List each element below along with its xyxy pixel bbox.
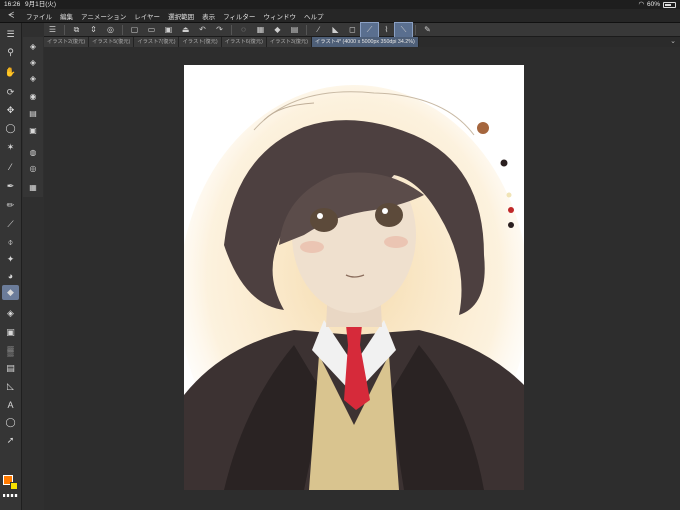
stack-icon[interactable]: ◍ [25, 145, 41, 159]
menu-edit[interactable]: 編集 [56, 11, 77, 21]
status-bar: 16:26 9月1日(火) ◠ 60% [0, 0, 680, 9]
stepper-icon[interactable]: ⇕ [85, 23, 102, 37]
vector-eraser-icon[interactable]: ◈ [25, 71, 41, 85]
sub-color-swatch[interactable] [10, 482, 18, 490]
menu-view[interactable]: 表示 [198, 11, 219, 21]
move-icon[interactable]: ✥ [2, 103, 19, 118]
snap-special-icon[interactable]: ⌇ [378, 23, 395, 37]
toolbar-divider [64, 24, 65, 35]
sub-tool-palette: ◈ ◈ ◈ ◉ ▤ ▣ ◍ ◎ ▦ [23, 37, 43, 197]
tool-palette: ☰ ⚲ ✋ ⟳ ✥ ◯ ✶ ⁄ ✒ ✏ ⟋ ⌽ ✦ ◕ ◆ ◈ ▣ ▒ ▤ ◺ … [0, 23, 22, 510]
operation-icon[interactable]: ➚ [2, 433, 19, 448]
target-icon[interactable]: ◉ [25, 89, 41, 103]
edit-icon[interactable]: ✎ [419, 23, 436, 37]
tab-document[interactable]: イラスト2(復元) [44, 37, 90, 47]
hand-icon[interactable]: ✋ [2, 65, 19, 80]
chevron-down-icon[interactable]: ⌄ [670, 37, 676, 47]
status-right: ◠ 60% [638, 0, 676, 9]
battery-percent: 60% [646, 1, 660, 8]
menu-icon[interactable]: ☰ [44, 23, 61, 37]
tab-document[interactable]: イラスト7(復元) [134, 37, 180, 47]
tab-active-document[interactable]: イラスト4* (4000 x 5000px 350dpi 34.2%) [312, 37, 419, 47]
save-icon[interactable]: ▣ [160, 23, 177, 37]
pattern-icon[interactable]: ▒ [2, 343, 19, 358]
gradient-icon[interactable]: ▣ [2, 325, 19, 340]
assets-icon[interactable]: ◎ [102, 23, 119, 37]
frame-icon[interactable]: ▣ [25, 123, 41, 137]
airbrush-icon[interactable]: ⌽ [2, 235, 19, 250]
toolbar-divider [231, 24, 232, 35]
new-canvas-icon[interactable]: ⧉ [68, 23, 85, 37]
fill-icon[interactable]: ◈ [2, 306, 19, 321]
menu-icon[interactable]: ☰ [2, 27, 19, 42]
drawing-canvas[interactable] [184, 65, 524, 490]
app-logo-icon[interactable]: ᗕ [0, 9, 22, 23]
lasso-icon[interactable]: ◌ [235, 23, 252, 37]
command-bar: ☰ ⧉ ⇕ ◎ ▢ ▭ ▣ ⏏ ↶ ↷ ◌ ▦ ◆ ▤ ∕ ◣ ◻ ⟋ ⌇ ⟍ … [44, 21, 680, 38]
tab-document[interactable]: イラスト5(復元) [89, 37, 135, 47]
new-file-icon[interactable]: ▢ [126, 23, 143, 37]
snap-grid-icon[interactable]: ⟍ [394, 21, 413, 38]
open-folder-icon[interactable]: ▭ [143, 23, 160, 37]
magic-wand-icon[interactable]: ✶ [2, 140, 19, 155]
document-tabs: イラスト2(復元) イラスト5(復元) イラスト7(復元) イラスト(復元) イ… [44, 37, 680, 47]
zoom-icon[interactable]: ⚲ [2, 45, 19, 60]
tab-document[interactable]: イラスト(復元) [179, 37, 222, 47]
transparent-color-swatch[interactable] [3, 494, 18, 497]
brush-icon[interactable]: ⟋ [2, 217, 19, 232]
frame-border-icon[interactable]: ▤ [2, 361, 19, 376]
soft-eraser-icon[interactable]: ◈ [25, 55, 41, 69]
fill-icon[interactable]: ◆ [269, 23, 286, 37]
gradient-icon[interactable]: ◣ [327, 23, 344, 37]
clock-date: 9月1日(火) [25, 1, 57, 8]
menu-animation[interactable]: アニメーション [77, 11, 130, 21]
menu-selection[interactable]: 選択範囲 [164, 11, 198, 21]
tab-document[interactable]: イラスト6(復元) [221, 37, 267, 47]
pencil-icon[interactable]: ✏ [2, 198, 19, 213]
menu-filter[interactable]: フィルター [219, 11, 259, 21]
eraser-icon[interactable]: ◆ [2, 285, 19, 300]
camera-icon[interactable]: ▦ [25, 180, 41, 194]
undo-icon[interactable]: ↶ [194, 23, 211, 37]
redo-icon[interactable]: ↷ [211, 23, 228, 37]
toolbar-divider [122, 24, 123, 35]
tab-document[interactable]: イラスト3(復元) [266, 37, 312, 47]
menu-window[interactable]: ウィンドウ [259, 11, 300, 21]
text-icon[interactable]: A [2, 397, 19, 412]
cylinder-icon[interactable]: ◎ [25, 161, 41, 175]
eyedropper-icon[interactable]: ⁄ [2, 159, 19, 174]
snap-ruler-icon[interactable]: ⟋ [360, 21, 379, 38]
hard-eraser-icon[interactable]: ◈ [25, 39, 41, 53]
figure-icon[interactable]: ◺ [2, 379, 19, 394]
select-layer-icon[interactable]: ▤ [286, 23, 303, 37]
select-all-icon[interactable]: ▦ [252, 23, 269, 37]
battery-icon [663, 2, 676, 8]
toolbar-divider [306, 24, 307, 35]
menu-file[interactable]: ファイル [22, 11, 56, 21]
pen-icon[interactable]: ✒ [2, 179, 19, 194]
blend-icon[interactable]: ◕ [2, 268, 19, 283]
layer-icon[interactable]: ▤ [25, 106, 41, 120]
lasso-icon[interactable]: ◯ [2, 121, 19, 136]
toolbar-divider [415, 24, 416, 35]
frame-icon[interactable]: ◻ [344, 23, 361, 37]
balloon-icon[interactable]: ◯ [2, 415, 19, 430]
rotate-icon[interactable]: ⟳ [2, 85, 19, 100]
wifi-icon: ◠ [638, 1, 644, 8]
ruler-icon[interactable]: ∕ [310, 23, 327, 37]
illustration [184, 65, 524, 490]
export-icon[interactable]: ⏏ [177, 23, 194, 37]
menu-help[interactable]: ヘルプ [300, 11, 328, 21]
decoration-icon[interactable]: ✦ [2, 252, 19, 267]
menu-layer[interactable]: レイヤー [130, 11, 164, 21]
menu-bar: ᗕ ファイル 編集 アニメーション レイヤー 選択範囲 表示 フィルター ウィン… [0, 9, 680, 23]
